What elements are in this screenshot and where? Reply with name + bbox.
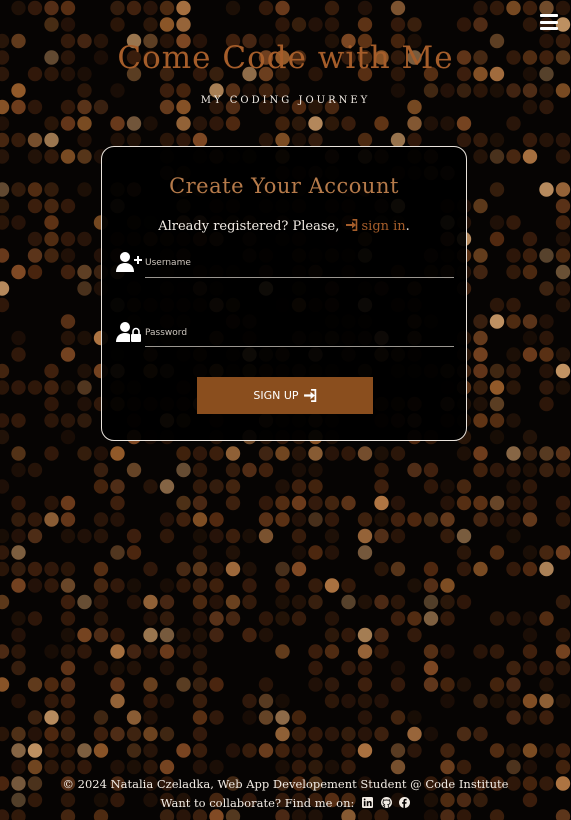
site-title[interactable]: Come Code with Me: [0, 40, 571, 76]
site-subtitle: MY CODING JOURNEY: [200, 95, 371, 106]
password-underline: [145, 346, 454, 347]
signup-button[interactable]: SIGN UP: [197, 377, 373, 414]
footer-collaborate: Want to collaborate? Find me on:: [0, 794, 571, 813]
sign-in-icon: [346, 219, 358, 231]
user-plus-icon: [116, 252, 142, 272]
signin-link[interactable]: sign in: [343, 219, 406, 234]
username-field[interactable]: Username: [145, 258, 191, 268]
bars-icon[interactable]: [540, 14, 558, 30]
footer: © 2024 Natalia Czeladka, Web App Develop…: [0, 775, 571, 813]
trailing-period: .: [405, 219, 410, 234]
signup-button-label: SIGN UP: [253, 389, 299, 402]
collaborate-text: Want to collaborate? Find me on:: [160, 796, 355, 810]
signin-link-label[interactable]: sign in: [361, 219, 405, 234]
footer-copyright: © 2024 Natalia Czeladka, Web App Develop…: [62, 777, 509, 791]
user-lock-icon: [116, 322, 141, 342]
linkedin-icon[interactable]: [362, 797, 374, 808]
signup-heading: Create Your Account: [169, 174, 399, 198]
facebook-icon[interactable]: [399, 797, 411, 808]
username-underline: [145, 277, 454, 278]
signup-card: Create Your Account Already registered? …: [101, 146, 467, 441]
already-registered-text: Already registered? Please, sign in.: [102, 219, 466, 234]
sign-in-icon: [303, 389, 316, 402]
password-field[interactable]: Password: [145, 328, 187, 338]
github-icon[interactable]: [380, 797, 392, 808]
already-registered-label: Already registered? Please,: [158, 219, 340, 234]
